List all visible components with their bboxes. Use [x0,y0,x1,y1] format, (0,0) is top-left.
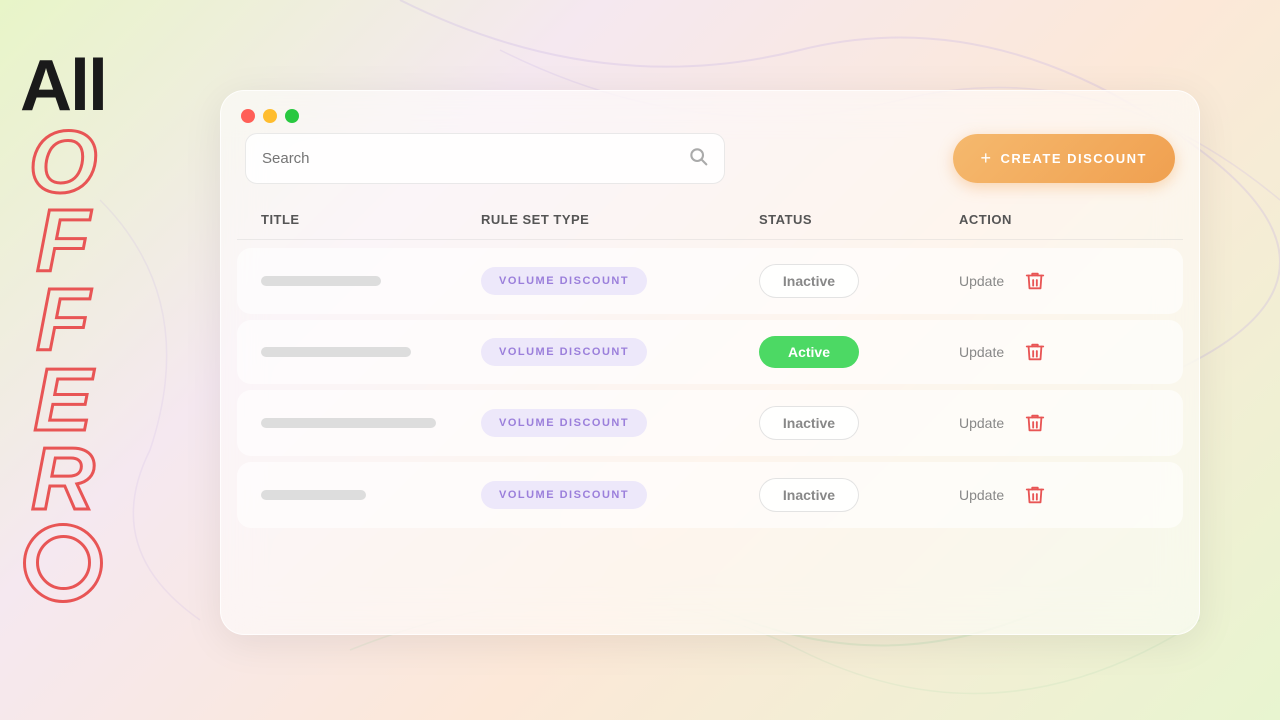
rule-set-cell: VOLUME DISCOUNT [481,481,759,509]
update-button[interactable]: Update [959,273,1004,289]
status-badge: Inactive [759,478,859,512]
action-cell: Update [959,484,1159,506]
update-button[interactable]: Update [959,487,1004,503]
title-placeholder [261,490,366,500]
status-badge: Inactive [759,264,859,298]
search-icon [688,146,708,171]
delete-button[interactable] [1024,341,1046,363]
rule-set-badge: VOLUME DISCOUNT [481,267,647,295]
letter-r: R [31,439,95,518]
rule-set-cell: VOLUME DISCOUNT [481,338,759,366]
title-placeholder [261,418,436,428]
letter-f1: F [36,201,90,280]
rule-set-badge: VOLUME DISCOUNT [481,481,647,509]
header-rule-set-type: RULE SET TYPE [481,212,759,227]
action-cell: Update [959,341,1159,363]
letter-o: O [29,122,97,201]
status-cell: Inactive [759,478,959,512]
window-controls [221,91,1199,133]
main-card: + CREATE DISCOUNT TITLE RULE SET TYPE ST… [220,90,1200,635]
delete-button[interactable] [1024,412,1046,434]
create-discount-label: CREATE DISCOUNT [1001,151,1147,166]
window-dot-red[interactable] [241,109,255,123]
update-button[interactable]: Update [959,415,1004,431]
table-row: VOLUME DISCOUNT Inactive Update [237,390,1183,456]
create-discount-plus-icon: + [981,148,993,169]
table-row: VOLUME DISCOUNT Inactive Update [237,462,1183,528]
delete-button[interactable] [1024,484,1046,506]
status-badge: Inactive [759,406,859,440]
search-input[interactable] [262,150,678,167]
table-row: VOLUME DISCOUNT Active Update [237,320,1183,384]
status-cell: Inactive [759,406,959,440]
letter-s-circle-inner [36,535,91,590]
top-bar: + CREATE DISCOUNT [221,133,1199,200]
table-row: VOLUME DISCOUNT Inactive Update [237,248,1183,314]
letter-s-circle [23,523,103,603]
letter-e: E [34,360,93,439]
status-cell: Active [759,336,959,368]
rule-set-badge: VOLUME DISCOUNT [481,338,647,366]
window-dot-green[interactable] [285,109,299,123]
title-cell [261,347,481,357]
rule-set-cell: VOLUME DISCOUNT [481,409,759,437]
create-discount-button[interactable]: + CREATE DISCOUNT [953,134,1176,183]
delete-button[interactable] [1024,270,1046,292]
status-badge: Active [759,336,859,368]
title-placeholder [261,276,381,286]
side-branding: All O F F E R [20,50,106,603]
status-cell: Inactive [759,264,959,298]
table-container: TITLE RULE SET TYPE STATUS ACTION VOLUME… [221,200,1199,528]
rule-set-badge: VOLUME DISCOUNT [481,409,647,437]
rule-set-cell: VOLUME DISCOUNT [481,267,759,295]
header-action: ACTION [959,212,1159,227]
search-box [245,133,725,184]
header-status: STATUS [759,212,959,227]
table-header: TITLE RULE SET TYPE STATUS ACTION [237,200,1183,240]
title-cell [261,490,481,500]
title-cell [261,418,481,428]
title-cell [261,276,481,286]
title-placeholder [261,347,411,357]
header-title: TITLE [261,212,481,227]
update-button[interactable]: Update [959,344,1004,360]
action-cell: Update [959,270,1159,292]
letter-f2: F [36,280,90,359]
window-dot-yellow[interactable] [263,109,277,123]
table-body: VOLUME DISCOUNT Inactive Update VOLUME DIS… [237,248,1183,528]
action-cell: Update [959,412,1159,434]
